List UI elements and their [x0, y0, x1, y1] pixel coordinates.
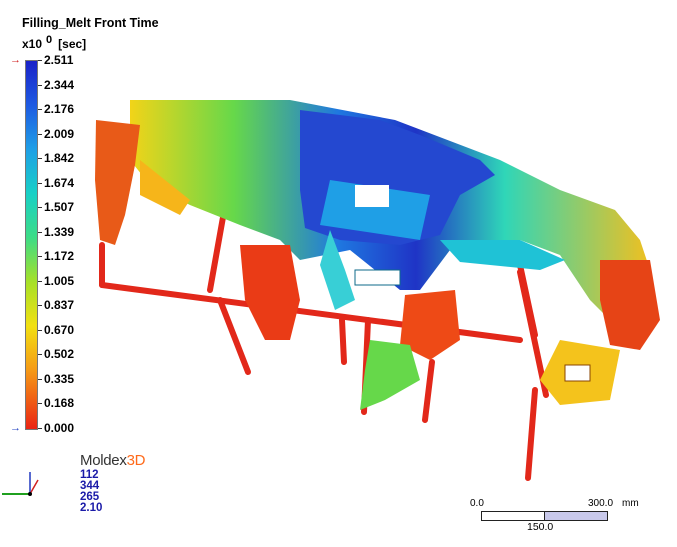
axis-triad-icon[interactable]	[0, 460, 60, 520]
scale-unit: mm	[622, 498, 639, 509]
scale-mid: 150.0	[527, 521, 554, 533]
scale-start: 0.0	[470, 498, 484, 509]
panel-body	[95, 100, 660, 410]
moldex3d-logo: Moldex3D	[80, 452, 146, 469]
view-info-4: 2.10	[80, 502, 103, 514]
scale-bar	[481, 511, 608, 521]
scale-end: 300.0	[588, 498, 614, 509]
